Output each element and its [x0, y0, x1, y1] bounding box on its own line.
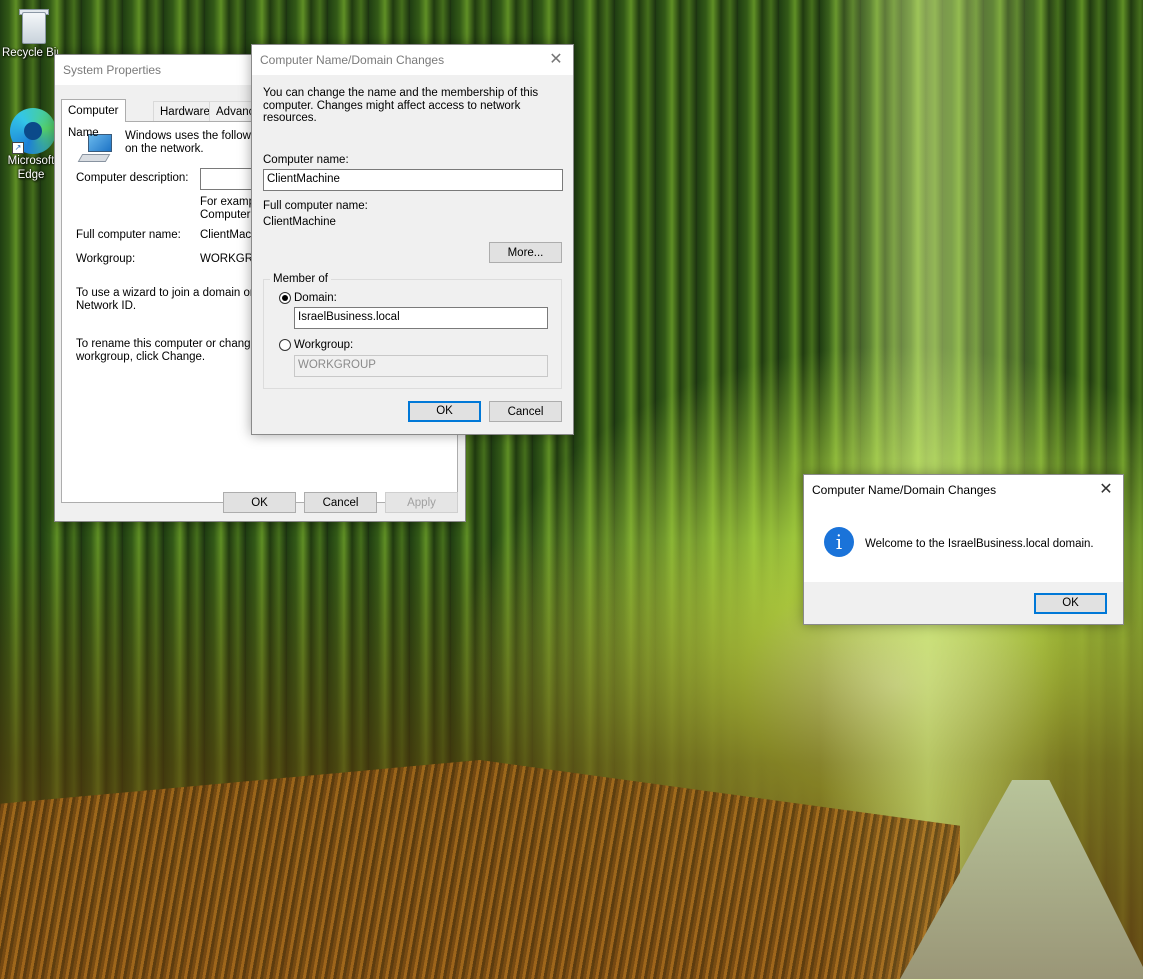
edge-label: Microsoft Edge	[7, 155, 55, 181]
full-computer-name-label: Full computer name:	[263, 200, 368, 212]
name-changes-dialog: Computer Name/Domain Changes ✕ You can c…	[251, 44, 574, 435]
shortcut-arrow-icon: ↗	[12, 142, 24, 154]
screen-edge	[1143, 0, 1149, 979]
intro-text-1: You can change the name and the membersh…	[263, 87, 539, 99]
name-changes-cancel-button[interactable]: Cancel	[489, 401, 562, 422]
domain-radio[interactable]	[279, 292, 291, 304]
welcome-ok-button[interactable]: OK	[1034, 593, 1107, 614]
name-changes-titlebar[interactable]: Computer Name/Domain Changes ✕	[252, 45, 573, 75]
system-properties-apply-button[interactable]: Apply	[385, 492, 458, 513]
computer-name-label: Computer name:	[263, 154, 349, 166]
workgroup-label: Workgroup:	[76, 253, 136, 265]
domain-label: Domain:	[294, 292, 337, 304]
full-name-label: Full computer name:	[76, 229, 181, 241]
full-computer-name-value: ClientMachine	[263, 216, 336, 228]
welcome-message: Welcome to the IsraelBusiness.local doma…	[865, 538, 1094, 550]
system-properties-cancel-button[interactable]: Cancel	[304, 492, 377, 513]
workgroup-radio[interactable]	[279, 339, 291, 351]
welcome-title: Computer Name/Domain Changes	[812, 483, 997, 497]
name-changes-title: Computer Name/Domain Changes	[260, 53, 445, 67]
info-icon: i	[824, 527, 854, 557]
recycle-bin-label: Recycle Bin	[2, 47, 58, 59]
welcome-close-icon[interactable]: ✕	[1089, 475, 1123, 505]
rename-text-2: workgroup, click Change.	[76, 351, 206, 363]
tab-hardware[interactable]: Hardware	[153, 101, 217, 122]
domain-input[interactable]: IsraelBusiness.local	[294, 307, 548, 329]
welcome-footer: OK	[804, 582, 1123, 624]
workgroup-radio-label: Workgroup:	[294, 339, 354, 351]
system-properties-title: System Properties	[63, 63, 162, 77]
name-changes-ok-button[interactable]: OK	[408, 401, 481, 422]
tab-computer-name[interactable]: Computer Name	[61, 99, 126, 139]
system-properties-ok-button[interactable]: OK	[223, 492, 296, 513]
edge-icon: ↗	[10, 108, 56, 154]
member-of-label: Member of	[270, 273, 331, 285]
more-button[interactable]: More...	[489, 242, 562, 263]
computer-name-input[interactable]: ClientMachine	[263, 169, 563, 191]
description-text-2: on the network.	[125, 143, 204, 155]
desktop-icon-recycle-bin[interactable]: Recycle Bin	[0, 6, 66, 60]
example-text-2: Computer".	[200, 209, 258, 221]
workgroup-input[interactable]: WORKGROUP	[294, 355, 548, 377]
welcome-titlebar[interactable]: Computer Name/Domain Changes ✕	[804, 475, 1123, 505]
recycle-bin-icon	[16, 6, 50, 46]
intro-text-2: computer. Changes might affect access to…	[263, 100, 521, 124]
name-changes-close-icon[interactable]: ✕	[539, 45, 573, 75]
network-id-text-2: Network ID.	[76, 300, 137, 312]
computer-description-label: Computer description:	[76, 172, 189, 184]
welcome-dialog: Computer Name/Domain Changes ✕ i Welcome…	[803, 474, 1124, 625]
